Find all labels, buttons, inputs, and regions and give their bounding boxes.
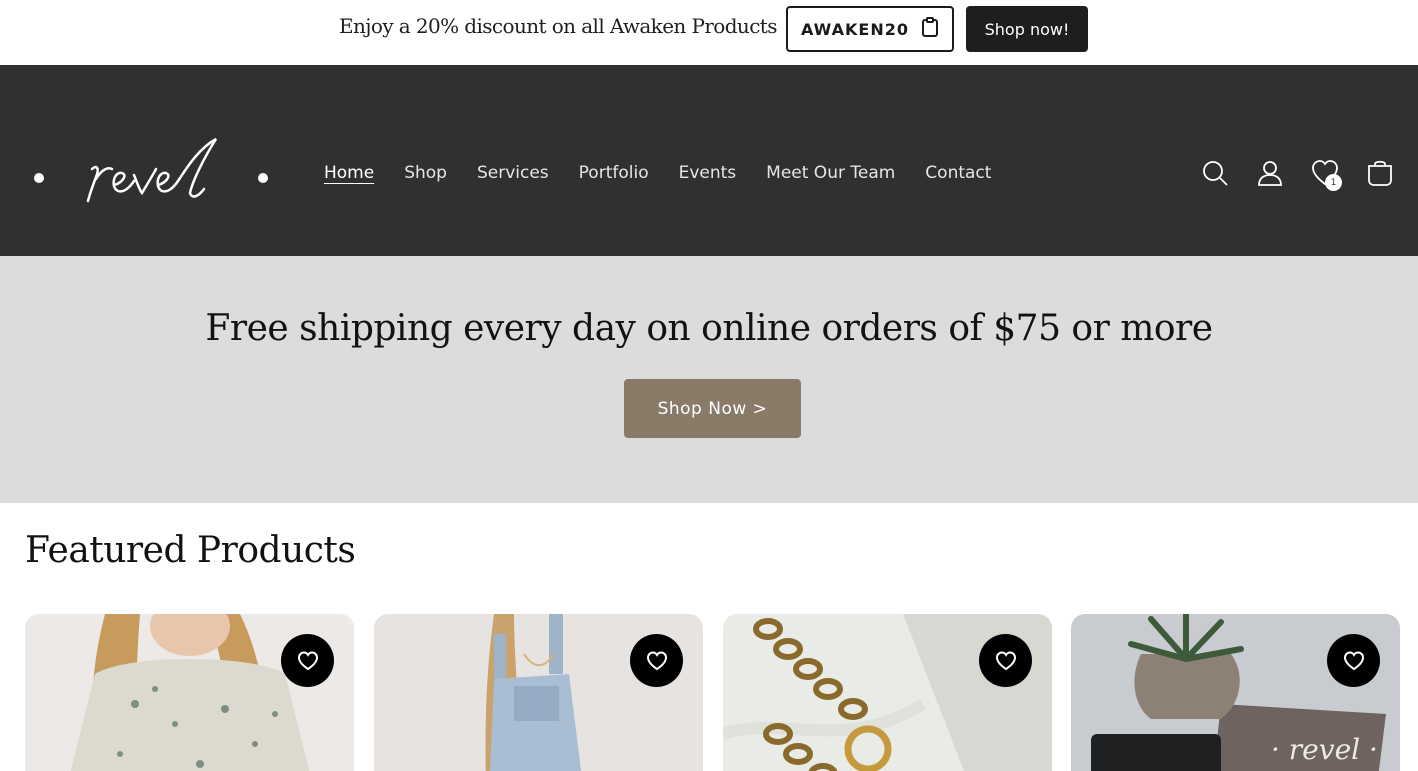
site-header: Home Shop Services Portfolio Events Meet… <box>0 65 1418 256</box>
featured-products-title: Featured Products <box>25 530 356 571</box>
nav-events[interactable]: Events <box>679 163 737 183</box>
account-icon[interactable] <box>1256 159 1284 187</box>
heart-icon <box>297 650 318 670</box>
discount-code: AWAKEN20 <box>801 19 909 39</box>
product-card[interactable] <box>374 614 703 771</box>
free-shipping-banner: Free shipping every day on online orders… <box>0 256 1418 503</box>
main-nav: Home Shop Services Portfolio Events Meet… <box>324 163 1021 183</box>
nav-contact[interactable]: Contact <box>925 163 991 183</box>
nav-home[interactable]: Home <box>324 163 374 183</box>
announcement-bar: Enjoy a 20% discount on all Awaken Produ… <box>0 0 1418 65</box>
promo-shop-now-button[interactable]: Shop Now > <box>624 379 801 438</box>
revel-logo[interactable] <box>26 135 276 217</box>
search-icon[interactable] <box>1201 159 1229 187</box>
svg-text:· revel ·: · revel · <box>1271 733 1378 766</box>
add-to-wishlist-button[interactable] <box>630 634 683 687</box>
nav-meet-our-team[interactable]: Meet Our Team <box>766 163 895 183</box>
copy-code-button[interactable]: AWAKEN20 <box>786 6 954 52</box>
announcement-text: Enjoy a 20% discount on all Awaken Produ… <box>339 14 778 38</box>
add-to-wishlist-button[interactable] <box>1327 634 1380 687</box>
product-card[interactable] <box>723 614 1052 771</box>
nav-services[interactable]: Services <box>477 163 549 183</box>
announcement-shop-button[interactable]: Shop now! <box>966 6 1088 52</box>
product-card[interactable] <box>25 614 354 771</box>
heart-icon <box>1343 650 1364 670</box>
clipboard-icon <box>921 17 939 41</box>
add-to-wishlist-button[interactable] <box>979 634 1032 687</box>
featured-products-grid: · revel · <box>25 614 1400 771</box>
promo-title: Free shipping every day on online orders… <box>205 308 1213 349</box>
heart-icon <box>995 650 1016 670</box>
product-card[interactable]: · revel · <box>1071 614 1400 771</box>
cart-icon[interactable] <box>1366 159 1394 187</box>
wishlist-icon[interactable]: 1 <box>1311 159 1342 191</box>
nav-shop[interactable]: Shop <box>404 163 447 183</box>
header-icons: 1 <box>1201 159 1394 191</box>
nav-portfolio[interactable]: Portfolio <box>579 163 649 183</box>
add-to-wishlist-button[interactable] <box>281 634 334 687</box>
heart-icon <box>646 650 667 670</box>
wishlist-count-badge: 1 <box>1325 174 1342 191</box>
